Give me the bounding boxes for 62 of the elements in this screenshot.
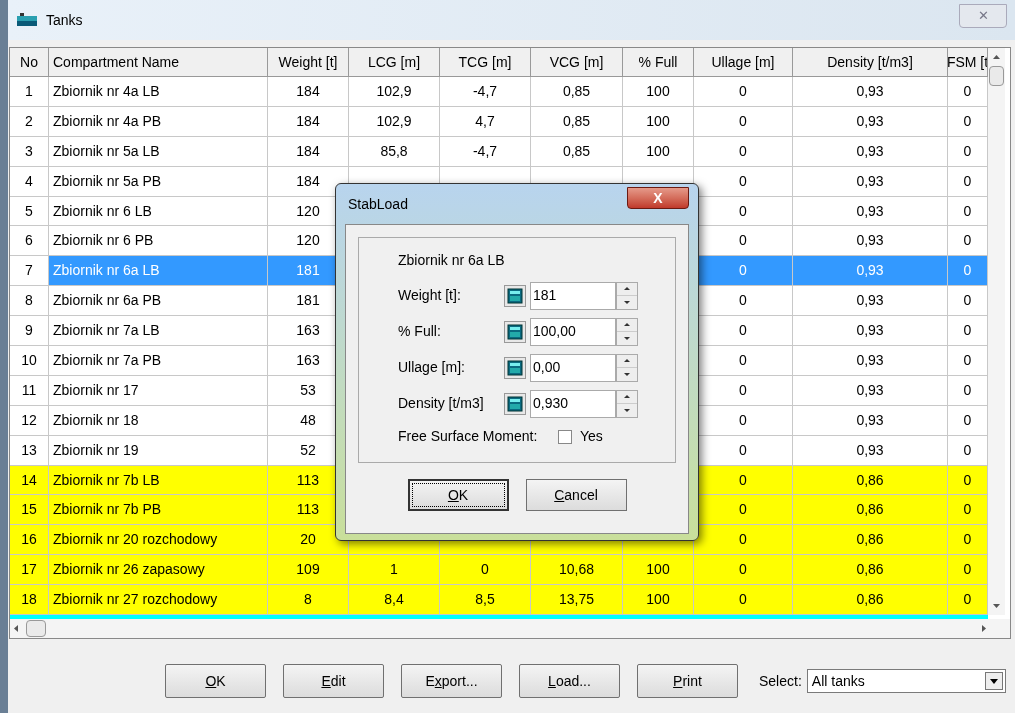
table-cell: 184 [268, 106, 349, 137]
table-cell: 18 [10, 585, 49, 616]
table-cell: 0,93 [793, 435, 948, 466]
table-cell: Zbiornik nr 5a LB [49, 136, 268, 167]
field-label: Free Surface Moment: [398, 427, 539, 446]
table-cell: 7 [10, 256, 49, 287]
table-cell: 0,93 [793, 77, 948, 107]
table-cell: 0 [694, 106, 793, 137]
table-cell: 10 [10, 346, 49, 376]
table-cell: -4,7 [440, 77, 531, 107]
checkbox-label: Yes [580, 427, 603, 446]
table-cell: 6 [10, 226, 49, 257]
table-cell: 2 [10, 106, 49, 137]
table-cell: 12 [10, 405, 49, 436]
table-cell: 184 [268, 77, 349, 107]
table-cell: 85,8 [349, 136, 440, 167]
table-cell: 184 [268, 136, 349, 167]
table-cell: 0,93 [793, 346, 948, 376]
table-cell: Zbiornik nr 19 [49, 435, 268, 466]
table-cell: Zbiornik nr 17 [49, 375, 268, 406]
table-cell: Zbiornik nr 7a PB [49, 346, 268, 376]
table-cell: 0,85 [531, 106, 623, 137]
table-cell: 0,93 [793, 136, 948, 167]
table-cell: -4,7 [440, 136, 531, 167]
table-cell: 0,85 [531, 77, 623, 107]
select-label: Select: [759, 671, 802, 691]
window-title: Tanks [46, 10, 83, 30]
table-cell: 0 [694, 77, 793, 107]
table-cell: 100 [623, 106, 694, 137]
field-label: Density [t/m3] [398, 394, 485, 413]
tank-name: Zbiornik nr 6a LB [398, 251, 506, 270]
field-label: % Full: [398, 322, 442, 341]
table-cell: 102,9 [349, 106, 440, 137]
table-cell: 0,93 [793, 166, 948, 197]
table-cell: 102,9 [349, 77, 440, 107]
table-cell: 17 [10, 555, 49, 586]
table-cell: 4,7 [440, 106, 531, 137]
table-cell: 4 [10, 166, 49, 197]
table-cell: Zbiornik nr 4a LB [49, 77, 268, 107]
table-cell: 100 [623, 136, 694, 167]
table-cell: 16 [10, 525, 49, 556]
table-cell: Zbiornik nr 18 [49, 405, 268, 436]
table-cell: 0,93 [793, 106, 948, 137]
table-cell: 0,93 [793, 375, 948, 406]
table-cell: 14 [10, 465, 49, 496]
table-cell: 15 [10, 495, 49, 526]
table-cell: 1 [10, 77, 49, 107]
table-cell: 8 [10, 286, 49, 317]
table-cell: 100 [623, 77, 694, 107]
table-cell: 0,85 [531, 136, 623, 167]
table-cell: Zbiornik nr 4a PB [49, 106, 268, 137]
table-cell: 3 [10, 136, 49, 167]
table-cell: 13 [10, 435, 49, 466]
field-label: Weight [t]: [398, 286, 462, 305]
table-cell: 0,93 [793, 405, 948, 436]
table-cell: 0 [694, 136, 793, 167]
table-cell: 5 [10, 196, 49, 227]
field-label: Ullage [m]: [398, 358, 466, 377]
table-cell: 9 [10, 316, 49, 346]
dialog-title: StabLoad [348, 194, 408, 214]
table-cell: 11 [10, 375, 49, 406]
table-cell: Zbiornik nr 5a PB [49, 166, 268, 197]
